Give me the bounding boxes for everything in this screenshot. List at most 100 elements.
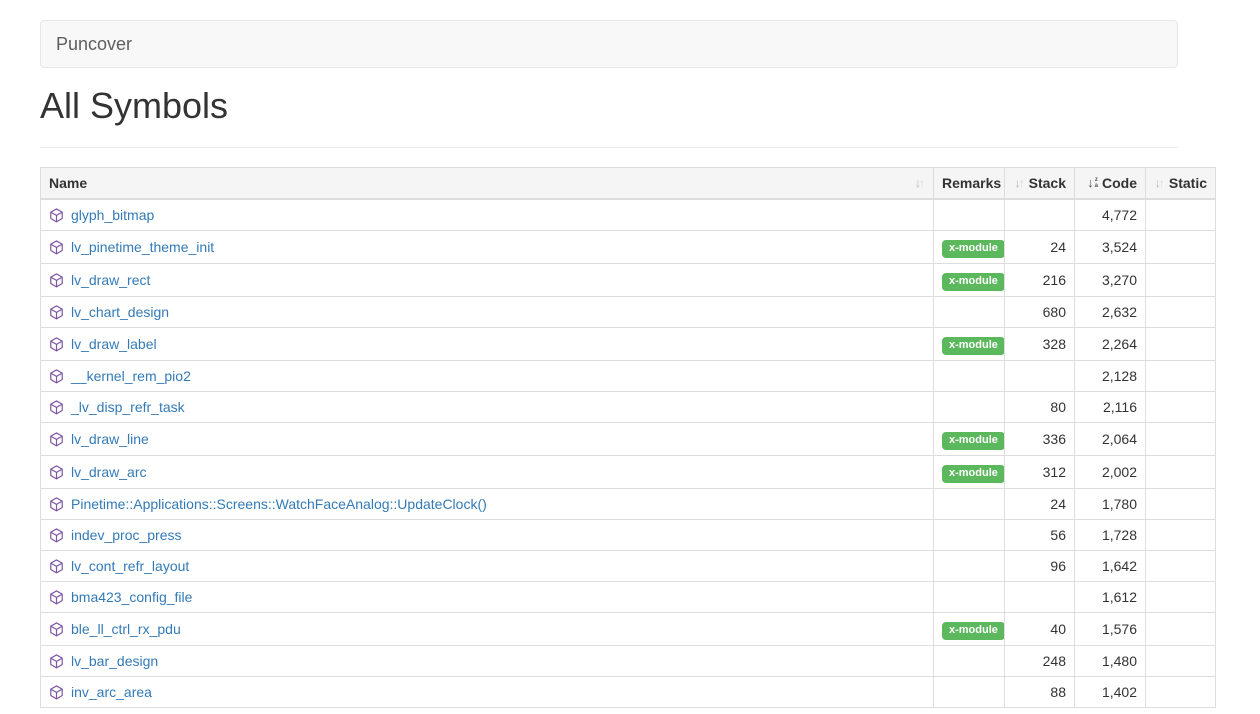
symbol-link[interactable]: lv_draw_label [71,334,157,354]
static-cell [1146,361,1216,392]
static-cell [1146,456,1216,489]
symbol-link[interactable]: __kernel_rem_pio2 [71,366,191,386]
code-cell: 3,270 [1075,264,1146,297]
code-cell: 1,402 [1075,677,1146,708]
symbol-link[interactable]: lv_bar_design [71,651,158,671]
x-module-badge: x-module [942,465,1005,483]
static-cell [1146,551,1216,582]
stack-cell: 88 [1005,677,1075,708]
stack-cell: 40 [1005,613,1075,646]
code-cell: 4,772 [1075,199,1146,231]
static-cell [1146,613,1216,646]
static-cell [1146,231,1216,264]
symbol-link[interactable]: bma423_config_file [71,587,192,607]
stack-cell: 336 [1005,423,1075,456]
symbol-cube-icon [49,465,64,480]
code-cell: 2,002 [1075,456,1146,489]
x-module-badge: x-module [942,337,1005,355]
column-label: Code [1102,173,1137,193]
static-cell [1146,677,1216,708]
stack-cell: 56 [1005,520,1075,551]
column-header-stack[interactable]: ↓↑ Stack [1005,168,1075,200]
brand-link[interactable]: Puncover [41,34,132,54]
code-cell: 1,612 [1075,582,1146,613]
remarks-cell [934,582,1005,613]
sort-both-icon: ↓↑ [915,177,925,189]
remarks-cell [934,677,1005,708]
table-row: lv_draw_line x-module 336 2,064 [41,423,1216,456]
static-cell [1146,520,1216,551]
column-header-static[interactable]: ↓↑ Static [1146,168,1216,200]
symbol-cube-icon [49,208,64,223]
symbol-link[interactable]: glyph_bitmap [71,205,154,225]
symbol-cube-icon [49,240,64,255]
column-header-code[interactable]: ↓za Code [1075,168,1146,200]
symbol-cube-icon [49,305,64,320]
stack-cell [1005,361,1075,392]
remarks-cell [934,489,1005,520]
symbol-cube-icon [49,400,64,415]
symbol-link[interactable]: inv_arc_area [71,682,152,702]
code-cell: 1,728 [1075,520,1146,551]
table-row: ble_ll_ctrl_rx_pdu x-module 40 1,576 [41,613,1216,646]
table-row: lv_bar_design 248 1,480 [41,646,1216,677]
symbol-link[interactable]: lv_cont_refr_layout [71,556,189,576]
symbol-link[interactable]: lv_draw_line [71,429,149,449]
remarks-cell [934,520,1005,551]
column-header-remarks[interactable]: Remarks [934,168,1005,200]
symbol-cube-icon [49,559,64,574]
symbol-cube-icon [49,622,64,637]
symbol-link[interactable]: lv_pinetime_theme_init [71,237,214,257]
stack-cell: 80 [1005,392,1075,423]
column-label: Stack [1029,173,1066,193]
navbar: Puncover [40,20,1178,68]
symbol-cube-icon [49,590,64,605]
stack-cell: 680 [1005,297,1075,328]
column-label: Remarks [942,175,1001,191]
static-cell [1146,489,1216,520]
stack-cell: 312 [1005,456,1075,489]
table-row: lv_draw_rect x-module 216 3,270 [41,264,1216,297]
stack-cell: 216 [1005,264,1075,297]
code-cell: 1,576 [1075,613,1146,646]
symbol-link[interactable]: indev_proc_press [71,525,182,545]
code-cell: 2,128 [1075,361,1146,392]
symbol-link[interactable]: ble_ll_ctrl_rx_pdu [71,619,181,639]
stack-cell [1005,199,1075,231]
x-module-badge: x-module [942,432,1005,450]
symbol-cube-icon [49,497,64,512]
static-cell [1146,392,1216,423]
symbols-table: Name ↓↑ Remarks ↓↑ Stack ↓za Code [40,167,1216,708]
column-header-name[interactable]: Name ↓↑ [41,168,934,200]
symbol-link[interactable]: _lv_disp_refr_task [71,397,185,417]
code-cell: 1,480 [1075,646,1146,677]
table-row: lv_draw_arc x-module 312 2,002 [41,456,1216,489]
column-label: Name [49,173,87,193]
symbol-cube-icon [49,273,64,288]
code-cell: 1,642 [1075,551,1146,582]
table-row: lv_cont_refr_layout 96 1,642 [41,551,1216,582]
remarks-cell: x-module [934,328,1005,361]
static-cell [1146,646,1216,677]
table-row: glyph_bitmap 4,772 [41,199,1216,231]
x-module-badge: x-module [942,622,1005,640]
stack-cell [1005,582,1075,613]
remarks-cell: x-module [934,231,1005,264]
symbol-cube-icon [49,685,64,700]
code-cell: 2,264 [1075,328,1146,361]
remarks-cell: x-module [934,613,1005,646]
symbol-link[interactable]: lv_draw_rect [71,270,150,290]
remarks-cell [934,646,1005,677]
symbol-link[interactable]: Pinetime::Applications::Screens::WatchFa… [71,494,487,514]
x-module-badge: x-module [942,240,1005,258]
sort-desc-icon: ↓za [1087,177,1098,189]
symbol-link[interactable]: lv_draw_arc [71,462,146,482]
code-cell: 2,632 [1075,297,1146,328]
symbol-cube-icon [49,369,64,384]
table-row: lv_pinetime_theme_init x-module 24 3,524 [41,231,1216,264]
symbol-cube-icon [49,432,64,447]
symbol-cube-icon [49,528,64,543]
symbol-link[interactable]: lv_chart_design [71,302,169,322]
page-title: All Symbols [40,86,1178,148]
static-cell [1146,199,1216,231]
